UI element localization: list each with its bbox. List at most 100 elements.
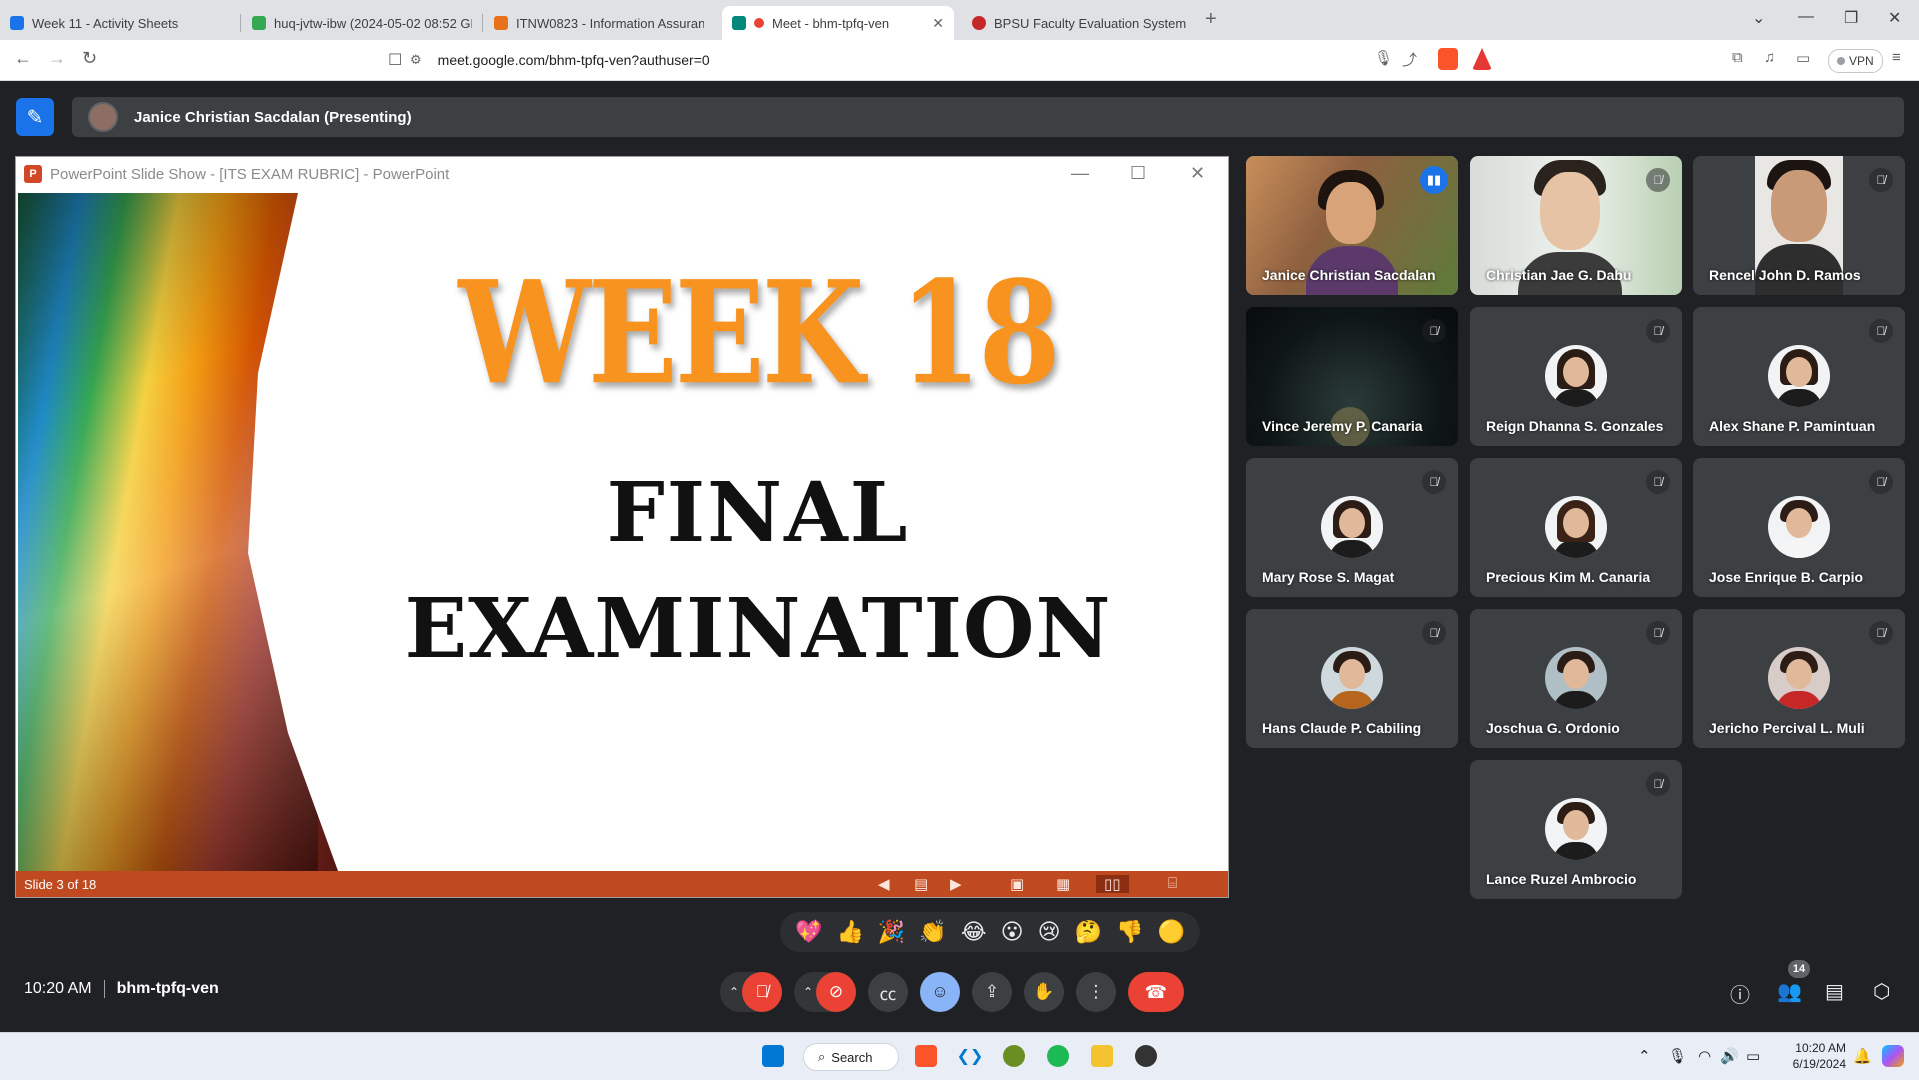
- tab-bpsu-evaluation[interactable]: BPSU Faculty Evaluation System: [962, 6, 1198, 40]
- reaction-skin-tone[interactable]: 🟡: [1157, 919, 1184, 945]
- participant-tile[interactable]: 🎙̸ Jericho Percival L. Muli: [1693, 609, 1905, 748]
- reaction-heart[interactable]: 💖: [795, 919, 822, 945]
- media-icon[interactable]: ♫: [1764, 49, 1775, 66]
- slide-list-icon[interactable]: ▤: [914, 875, 928, 893]
- new-tab-button[interactable]: +: [1205, 8, 1217, 31]
- captions-button[interactable]: ㏄: [868, 972, 908, 1012]
- avatar: [1321, 647, 1383, 709]
- previous-slide-icon[interactable]: ◀: [878, 875, 890, 893]
- meeting-details-button[interactable]: ⓘ: [1730, 979, 1750, 1008]
- bookmark-icon[interactable]: ☐: [388, 50, 402, 70]
- audio-options-chevron-icon[interactable]: ⌃: [726, 985, 742, 999]
- slide-counter: Slide 3 of 18: [24, 876, 97, 892]
- restore-button[interactable]: ❐: [1844, 8, 1858, 28]
- ppt-close-button[interactable]: ✕: [1190, 163, 1205, 184]
- reaction-thumbs-up[interactable]: 👍: [836, 919, 863, 945]
- present-button[interactable]: ⇪: [972, 972, 1012, 1012]
- forward-button[interactable]: →: [48, 48, 66, 69]
- mic-off-icon: 🎙̸: [1646, 621, 1670, 645]
- participant-tile[interactable]: 🎙̸ Joschua G. Ordonio: [1470, 609, 1682, 748]
- meet-icon: [732, 16, 746, 30]
- wifi-icon[interactable]: ◠: [1698, 1047, 1711, 1065]
- presenter-label: Janice Christian Sacdalan (Presenting): [134, 108, 412, 126]
- avatar: [1545, 496, 1607, 558]
- chat-button[interactable]: ▤: [1825, 979, 1844, 1004]
- reaction-laugh[interactable]: 😂: [961, 919, 987, 945]
- taskbar-search[interactable]: ⌕ Search: [803, 1043, 899, 1071]
- reaction-clap[interactable]: 👏: [919, 919, 946, 945]
- reaction-party[interactable]: 🎉: [878, 919, 905, 945]
- tray-chevron-icon[interactable]: ⌃: [1638, 1047, 1651, 1065]
- copilot-icon[interactable]: [1882, 1045, 1904, 1067]
- tab-drive-recording[interactable]: huq-jvtw-ibw (2024-05-02 08:52 GM: [242, 6, 482, 40]
- reading-view-icon[interactable]: ▯▯: [1096, 875, 1129, 893]
- close-tab-icon[interactable]: ✕: [932, 15, 944, 32]
- slide-sorter-icon[interactable]: ▦: [1056, 875, 1070, 893]
- participant-tile[interactable]: 🎙̸ Lance Ruzel Ambrocio: [1470, 760, 1682, 899]
- extensions-icon[interactable]: ⧉: [1732, 49, 1743, 66]
- participant-tile[interactable]: 🎙̸ Rencel John D. Ramos: [1693, 156, 1905, 295]
- ppt-minimize-button[interactable]: —: [1071, 163, 1089, 184]
- participant-tile[interactable]: 🎙̸ Mary Rose S. Magat: [1246, 458, 1458, 597]
- reaction-sad[interactable]: 😢: [1038, 919, 1061, 945]
- reaction-thumbs-down[interactable]: 👎: [1116, 919, 1143, 945]
- presenter-bar: Janice Christian Sacdalan (Presenting): [72, 97, 1904, 137]
- tab-search-icon[interactable]: ⌄: [1752, 8, 1765, 28]
- brave-shields-icon[interactable]: [1438, 48, 1458, 70]
- sidebar-icon[interactable]: ▭: [1796, 49, 1810, 67]
- close-window-button[interactable]: ✕: [1888, 8, 1901, 28]
- participant-tile[interactable]: 🎙̸ Alex Shane P. Pamintuan: [1693, 307, 1905, 446]
- vpn-button[interactable]: VPN: [1828, 49, 1883, 73]
- camera-toggle-button[interactable]: ⊘: [816, 972, 856, 1012]
- meeting-time: 10:20 AM: [24, 980, 92, 997]
- vscode-icon[interactable]: ❮❯: [957, 1045, 984, 1067]
- next-slide-icon[interactable]: ▶: [950, 875, 962, 893]
- annotate-button[interactable]: ✎: [16, 98, 54, 136]
- participant-tile[interactable]: 🎙̸ Precious Kim M. Canaria: [1470, 458, 1682, 597]
- reaction-surprised[interactable]: 😮: [1001, 919, 1024, 945]
- video-options-chevron-icon[interactable]: ⌃: [800, 985, 816, 999]
- raise-hand-button[interactable]: ✋: [1024, 972, 1064, 1012]
- mic-group: ⌃ 🎙̸: [720, 972, 782, 1012]
- tab-meet[interactable]: Meet - bhm-tpfq-ven ✕: [722, 6, 954, 40]
- tab-week-11[interactable]: Week 11 - Activity Sheets: [0, 6, 240, 40]
- activities-button[interactable]: ⬡: [1873, 979, 1890, 1004]
- normal-view-icon[interactable]: ▣: [1010, 875, 1024, 893]
- system-clock[interactable]: 10:20 AM 6/19/2024: [1776, 1040, 1846, 1072]
- reload-button[interactable]: ↻: [82, 48, 97, 69]
- leave-call-button[interactable]: ☎: [1128, 972, 1184, 1012]
- slideshow-view-icon[interactable]: ⌸: [1168, 875, 1177, 892]
- tab-itnw0823[interactable]: ITNW0823 - Information Assurance a: [484, 6, 714, 40]
- file-explorer-icon[interactable]: [1091, 1045, 1113, 1067]
- participant-tile[interactable]: 🎙̸ Christian Jae G. Dabu: [1470, 156, 1682, 295]
- participant-tile[interactable]: 🎙̸ Reign Dhanna S. Gonzales: [1470, 307, 1682, 446]
- mic-off-icon: 🎙̸: [1646, 319, 1670, 343]
- ppt-restore-button[interactable]: ☐: [1130, 163, 1146, 184]
- back-button[interactable]: ←: [14, 48, 32, 69]
- participant-tile[interactable]: 🎙̸ Hans Claude P. Cabiling: [1246, 609, 1458, 748]
- reaction-thinking[interactable]: 🤔: [1075, 919, 1102, 945]
- emoji-button[interactable]: ☺: [920, 972, 960, 1012]
- address-field[interactable]: ⚙ meet.google.com/bhm-tpfq-ven?authuser=…: [410, 45, 1500, 75]
- mic-toggle-button[interactable]: 🎙̸: [742, 972, 782, 1012]
- brave-browser-icon[interactable]: [915, 1045, 937, 1067]
- app-icon[interactable]: [1003, 1045, 1025, 1067]
- participant-tile[interactable]: 🎙̸ Vince Jeremy P. Canaria: [1246, 307, 1458, 446]
- tray-mic-icon[interactable]: 🎙: [1668, 1047, 1687, 1065]
- menu-icon[interactable]: ≡: [1892, 49, 1901, 66]
- volume-icon[interactable]: 🔊: [1720, 1047, 1739, 1065]
- site-info-icon[interactable]: ⚙: [410, 52, 422, 68]
- microphone-icon[interactable]: 🎙: [1374, 49, 1393, 67]
- avatar: [1768, 345, 1830, 407]
- battery-icon[interactable]: ▭: [1746, 1047, 1760, 1065]
- more-options-button[interactable]: ⋮: [1076, 972, 1116, 1012]
- start-menu-icon[interactable]: [762, 1045, 784, 1067]
- participant-tile[interactable]: 🎙̸ Jose Enrique B. Carpio: [1693, 458, 1905, 597]
- participant-tile[interactable]: ▮▮ Janice Christian Sacdalan: [1246, 156, 1458, 295]
- people-button[interactable]: 👥: [1777, 979, 1802, 1004]
- minimize-button[interactable]: —: [1798, 8, 1814, 26]
- share-icon[interactable]: ⤴: [1402, 49, 1417, 70]
- obs-icon[interactable]: [1135, 1045, 1157, 1067]
- notification-bell-icon[interactable]: 🔔: [1853, 1047, 1872, 1065]
- spotify-icon[interactable]: [1047, 1045, 1069, 1067]
